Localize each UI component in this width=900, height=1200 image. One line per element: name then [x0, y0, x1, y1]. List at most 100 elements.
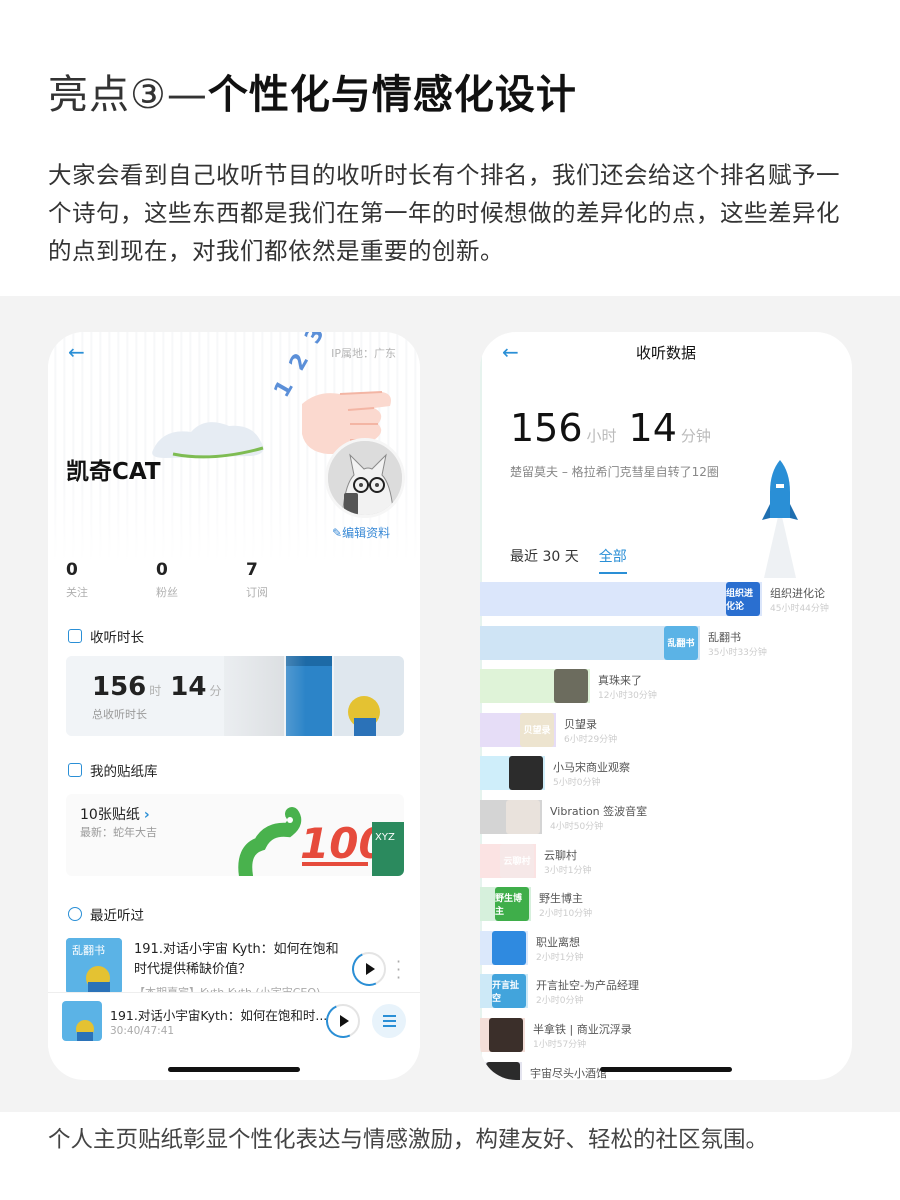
playlist-icon-line	[382, 1015, 396, 1017]
ranking-row[interactable]: 半拿铁 | 商业沉浮录 1小时57分钟	[480, 1016, 852, 1060]
ranking-row[interactable]: 小马宋商业观察 5小时0分钟	[480, 754, 852, 798]
podcast-name: 开言扯空-为产品经理	[536, 979, 639, 993]
podcast-duration: 2小时0分钟	[536, 996, 584, 1007]
mini-player-cover	[62, 1001, 102, 1041]
podcast-ranking-list: 组织进化论 组织进化论 45小时44分钟 乱翻书 乱翻书 35小时33分钟 真珠来了 12小时…	[480, 580, 852, 1080]
section-label: 我的贴纸库	[90, 764, 158, 780]
chevron-right-icon: ›	[143, 807, 150, 823]
latest-sticker: 最新：蛇年大吉	[80, 826, 157, 839]
cloud-sticker-icon	[152, 422, 264, 459]
total-listen-time: 156 时 14 分	[92, 672, 228, 702]
podcast-name: 真珠来了	[598, 674, 642, 688]
ip-location-label: IP属地：广东	[331, 347, 396, 360]
mini-player-play-button[interactable]	[321, 999, 365, 1043]
podcast-name: 宇宙尽头小酒馆	[530, 1066, 607, 1080]
sticker-library-card[interactable]: 10张贴纸 › 最新：蛇年大吉 100 XYZ	[66, 794, 404, 876]
ranking-row[interactable]: 职业离想 2小时1分钟	[480, 929, 852, 973]
minutes-value: 14	[628, 406, 677, 450]
episode-cover: 乱翻书	[66, 938, 122, 994]
clock-icon	[68, 907, 82, 921]
ranking-row[interactable]: 贝望录 贝望录 6小时29分钟	[480, 711, 852, 755]
ranking-row[interactable]: 野生博主 野生博主 2小时10分钟	[480, 885, 852, 929]
edit-profile-link[interactable]: ✎编辑资料	[332, 524, 390, 541]
mini-player[interactable]: 191.对话小宇宙Kyth：如何在饱和时... 30:40/47:41	[48, 992, 420, 1048]
episode-title: 191.对话小宇宙 Kyth：如何在饱和时代提供稀缺价值？	[134, 942, 339, 977]
playlist-button[interactable]	[372, 1004, 406, 1038]
podcast-cover	[506, 799, 540, 834]
podcast-duration: 2小时1分钟	[536, 952, 584, 963]
podcast-duration: 4小时50分钟	[550, 821, 604, 832]
podcast-cover	[554, 669, 588, 704]
podcast-name: Vibration 签波音室	[550, 804, 648, 818]
section-label: 最近听过	[90, 908, 144, 924]
profile-phone: 1 2 3 ← IP属地：广东 凯奇CAT ✎编辑资料 0 关注 0 粉丝 7 …	[48, 332, 420, 1080]
podcast-cover	[492, 930, 526, 965]
stat-subscriptions[interactable]: 7 订阅	[246, 560, 268, 600]
podcast-duration: 12小时30分钟	[598, 691, 657, 702]
listen-time-section-title: 收听时长	[68, 626, 144, 646]
ranking-row[interactable]: 开言扯空 开言扯空-为产品经理 2小时0分钟	[480, 972, 852, 1016]
podcast-cover	[509, 756, 543, 791]
mini-player-title: 191.对话小宇宙Kyth：如何在饱和时...	[110, 1008, 328, 1023]
podcast-duration: 1小时57分钟	[533, 1039, 587, 1050]
total-listen-label: 总收听时长	[92, 708, 147, 721]
podcast-name: 小马宋商业观察	[553, 761, 630, 775]
ranking-row[interactable]: Vibration 签波音室 4小时50分钟	[480, 798, 852, 842]
time-range-tabs: 最近 30 天 全部	[510, 546, 627, 574]
tab-recent-30-days[interactable]: 最近 30 天	[510, 546, 579, 574]
stat-following[interactable]: 0 关注	[66, 560, 88, 600]
ranking-row[interactable]: 云聊村 云聊村 3小时1分钟	[480, 842, 852, 886]
podcast-cover: 乱翻书	[664, 625, 698, 660]
total-listen-time: 156 小时 14 分钟	[510, 406, 719, 450]
podcast-name: 职业离想	[536, 935, 580, 949]
more-options-icon[interactable]: · · ·	[396, 954, 401, 986]
podcast-cover: 组织进化论	[726, 582, 760, 616]
headline-prefix: 亮点③—	[48, 72, 208, 118]
podcast-cover: 开言扯空	[492, 974, 526, 1009]
user-name: 凯奇CAT	[66, 459, 161, 485]
poem-text: 楚留莫夫 – 格拉希门克彗星自转了12圈	[510, 465, 719, 479]
bottom-caption: 个人主页贴纸彰显个性化表达与情感激励，构建友好、轻松的社区氛围。	[48, 1127, 769, 1153]
page-headline: 亮点③—个性化与情感化设计	[48, 62, 577, 120]
listening-data-phone: ← 收听数据 156 小时 14 分钟 楚留莫夫 – 格拉希门克彗星自转了12圈…	[480, 332, 852, 1080]
ranking-row[interactable]: 组织进化论 组织进化论 45小时44分钟	[480, 580, 852, 624]
podcast-cover	[486, 1061, 520, 1080]
luanfanshu-cover-icon: 乱翻书	[66, 938, 122, 994]
rocket-icon	[762, 460, 798, 578]
progress-arc	[321, 999, 365, 1043]
edit-profile-label: 编辑资料	[342, 526, 391, 540]
recent-episode-item[interactable]: 乱翻书 191.对话小宇宙 Kyth：如何在饱和时代提供稀缺价值？ 【本期嘉宾】…	[66, 938, 406, 999]
stat-followers[interactable]: 0 粉丝	[156, 560, 178, 600]
stat-label: 关注	[66, 586, 88, 599]
ranking-row[interactable]: 真珠来了 12小时30分钟	[480, 667, 852, 711]
home-indicator	[168, 1067, 300, 1072]
podcast-name: 半拿铁 | 商业沉浮录	[533, 1022, 632, 1036]
playlist-icon-line	[382, 1020, 396, 1022]
minutes-unit: 分	[209, 684, 222, 698]
sticker-count-label: 10张贴纸	[80, 807, 140, 823]
document-icon	[68, 629, 82, 643]
snake-100-sticker-icon: 100 XYZ	[238, 807, 404, 876]
listen-time-card[interactable]: 156 时 14 分 总收听时长	[66, 656, 404, 736]
play-button[interactable]	[347, 947, 391, 991]
tab-all[interactable]: 全部	[598, 546, 627, 574]
podcast-name: 贝望录	[564, 717, 597, 731]
avatar[interactable]	[325, 438, 405, 518]
ranking-bar	[480, 582, 762, 616]
podcast-name: 野生博主	[539, 892, 583, 906]
minutes-unit: 分钟	[680, 427, 711, 445]
podcast-cover	[489, 1017, 523, 1052]
sticker-icon	[68, 763, 82, 777]
back-arrow-icon[interactable]: ←	[68, 342, 85, 362]
podcast-name: 乱翻书	[708, 630, 741, 644]
stat-label: 粉丝	[156, 586, 178, 599]
intro-paragraph: 大家会看到自己收听节目的收听时长有个排名，我们还会给这个排名赋予一个诗句，这些东…	[48, 161, 840, 265]
podcast-duration: 45小时44分钟	[770, 604, 829, 614]
stat-value: 7	[246, 560, 258, 580]
page-title: 收听数据	[635, 344, 696, 362]
minutes-value: 14	[170, 672, 207, 702]
podcast-duration: 3小时1分钟	[544, 865, 592, 876]
playlist-icon-line	[382, 1025, 396, 1027]
ranking-row[interactable]: 乱翻书 乱翻书 35小时33分钟	[480, 624, 852, 668]
hours-unit: 小时	[586, 427, 617, 445]
